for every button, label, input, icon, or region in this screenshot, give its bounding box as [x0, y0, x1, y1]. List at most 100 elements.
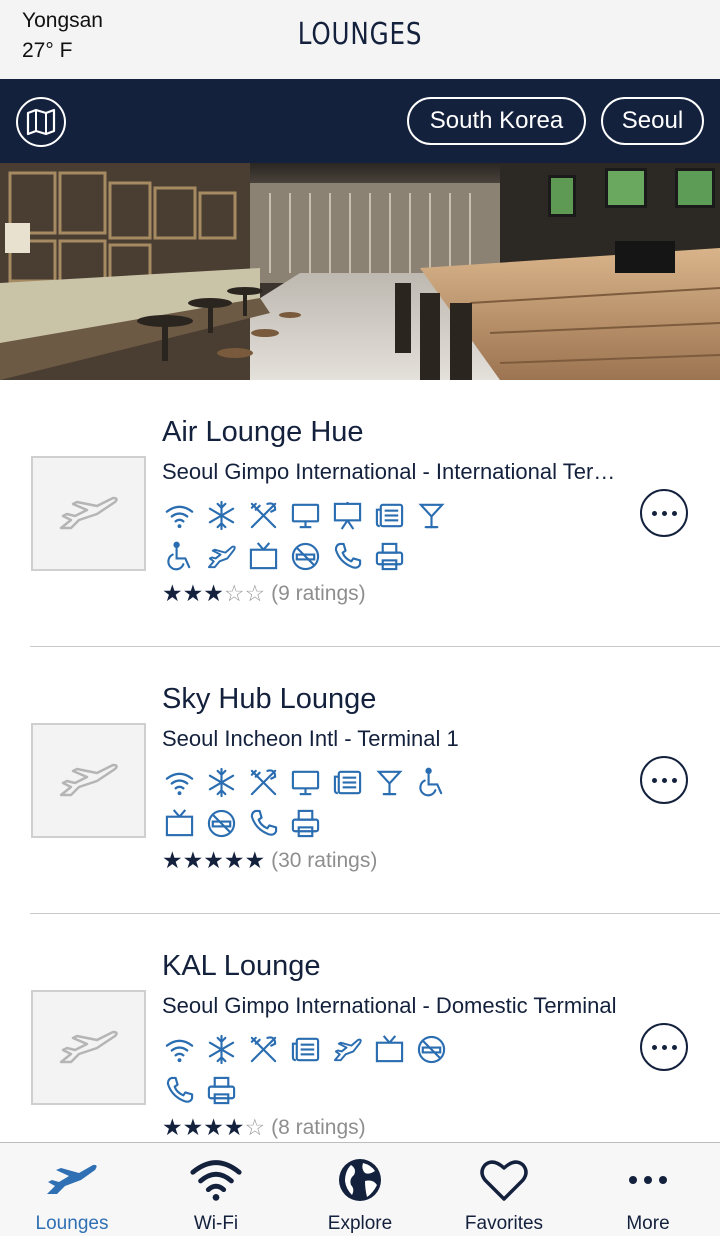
- globe-icon: [333, 1157, 387, 1203]
- lounge-thumbnail: [31, 456, 146, 571]
- no-smoking-icon: [288, 539, 323, 573]
- star-filled-icon: ★: [162, 848, 183, 874]
- printer-icon: [372, 539, 407, 573]
- newspaper-icon: [330, 765, 365, 799]
- map-icon: [26, 108, 56, 136]
- stars: ★★★☆☆: [162, 581, 265, 607]
- tab-label: Favorites: [464, 1213, 544, 1234]
- heart-icon: [477, 1157, 531, 1203]
- air-conditioning-icon: [204, 1032, 239, 1066]
- lounge-hero-image: [0, 163, 720, 380]
- phone-icon: [162, 1073, 197, 1107]
- tab-favorites[interactable]: Favorites: [432, 1143, 576, 1236]
- lounge-card[interactable]: Sky Hub Lounge Seoul Incheon Intl - Term…: [0, 647, 720, 914]
- more-options-button[interactable]: [640, 1023, 688, 1071]
- lounge-list: Air Lounge Hue Seoul Gimpo International…: [0, 380, 720, 1142]
- computer-icon: [288, 765, 323, 799]
- amenity-row: [162, 539, 407, 573]
- printer-icon: [288, 806, 323, 840]
- star-filled-icon: ★: [162, 1115, 183, 1141]
- wifi-icon: [162, 765, 197, 799]
- country-filter-chip[interactable]: South Korea: [407, 97, 586, 145]
- ratings-count: (30 ratings): [271, 849, 378, 872]
- star-filled-icon: ★: [182, 581, 204, 607]
- amenity-row: [162, 765, 449, 799]
- dining-icon: [246, 765, 281, 799]
- lounge-card[interactable]: KAL Lounge Seoul Gimpo International - D…: [0, 914, 720, 1142]
- plane-placeholder-icon: [59, 763, 118, 796]
- tab-label: Lounges: [35, 1213, 109, 1234]
- bar-icon: [372, 765, 407, 799]
- page-title: LOUNGES: [297, 17, 423, 52]
- phone-icon: [330, 539, 365, 573]
- flight-info-icon: [204, 539, 239, 573]
- lounge-name: Air Lounge Hue: [162, 416, 364, 448]
- more-dots-icon: [621, 1157, 675, 1203]
- star-filled-icon: ★: [223, 1115, 245, 1141]
- plane-placeholder-icon: [59, 1030, 118, 1063]
- tab-wifi[interactable]: Wi-Fi: [144, 1143, 288, 1236]
- printer-icon: [204, 1073, 239, 1107]
- lounge-name: Sky Hub Lounge: [162, 683, 377, 715]
- star-filled-icon: ★: [182, 848, 204, 874]
- phone-icon: [246, 806, 281, 840]
- plane-icon: [45, 1157, 99, 1203]
- presentation-icon: [330, 498, 365, 532]
- tab-more[interactable]: More: [576, 1143, 720, 1236]
- ratings-count: (9 ratings): [271, 582, 366, 605]
- plane-placeholder-icon: [59, 496, 118, 529]
- star-empty-icon: ☆: [244, 1115, 266, 1141]
- air-conditioning-icon: [204, 498, 239, 532]
- star-rating: ★★★★☆ (8 ratings): [162, 1114, 366, 1142]
- stars: ★★★★★: [162, 848, 265, 874]
- tv-icon: [246, 539, 281, 573]
- accessible-icon: [414, 765, 449, 799]
- more-options-button[interactable]: [640, 756, 688, 804]
- no-smoking-icon: [414, 1032, 449, 1066]
- amenity-row: [162, 1032, 449, 1066]
- star-filled-icon: ★: [182, 1115, 204, 1141]
- wifi-icon: [189, 1157, 243, 1203]
- filter-bar: South Korea Seoul: [0, 79, 720, 163]
- newspaper-icon: [372, 498, 407, 532]
- star-empty-icon: ☆: [223, 581, 245, 607]
- ratings-count: (8 ratings): [271, 1116, 366, 1139]
- tab-lounges[interactable]: Lounges: [0, 1143, 144, 1236]
- star-filled-icon: ★: [203, 1115, 224, 1141]
- star-filled-icon: ★: [223, 848, 245, 874]
- amenity-row: [162, 498, 449, 532]
- newspaper-icon: [288, 1032, 323, 1066]
- tab-label: Explore: [327, 1213, 393, 1234]
- star-rating: ★★★☆☆ (9 ratings): [162, 580, 366, 608]
- top-header: Yongsan 27° F LOUNGES: [0, 0, 720, 79]
- tab-bar: Lounges Wi-Fi Explore Favorites More: [0, 1142, 720, 1236]
- tv-icon: [372, 1032, 407, 1066]
- star-empty-icon: ☆: [244, 581, 266, 607]
- star-filled-icon: ★: [203, 848, 224, 874]
- map-button[interactable]: [16, 97, 66, 147]
- stars: ★★★★☆: [162, 1115, 265, 1141]
- star-filled-icon: ★: [162, 581, 183, 607]
- lounge-name: KAL Lounge: [162, 950, 321, 982]
- lounge-airport: Seoul Gimpo International - Domestic Ter…: [162, 993, 617, 1018]
- lounge-airport: Seoul Gimpo International - Internationa…: [162, 459, 617, 484]
- tv-icon: [162, 806, 197, 840]
- lounge-airport: Seoul Incheon Intl - Terminal 1: [162, 726, 459, 751]
- lounge-card[interactable]: Air Lounge Hue Seoul Gimpo International…: [0, 380, 720, 647]
- tab-label: More: [626, 1213, 670, 1234]
- amenity-row: [162, 806, 323, 840]
- star-rating: ★★★★★ (30 ratings): [162, 847, 377, 875]
- star-filled-icon: ★: [203, 581, 224, 607]
- bar-icon: [414, 498, 449, 532]
- air-conditioning-icon: [204, 765, 239, 799]
- star-filled-icon: ★: [244, 848, 266, 874]
- accessible-icon: [162, 539, 197, 573]
- no-smoking-icon: [204, 806, 239, 840]
- city-filter-chip[interactable]: Seoul: [601, 97, 704, 145]
- dining-icon: [246, 498, 281, 532]
- lounge-thumbnail: [31, 990, 146, 1105]
- tab-explore[interactable]: Explore: [288, 1143, 432, 1236]
- lounge-thumbnail: [31, 723, 146, 838]
- more-options-button[interactable]: [640, 489, 688, 537]
- dining-icon: [246, 1032, 281, 1066]
